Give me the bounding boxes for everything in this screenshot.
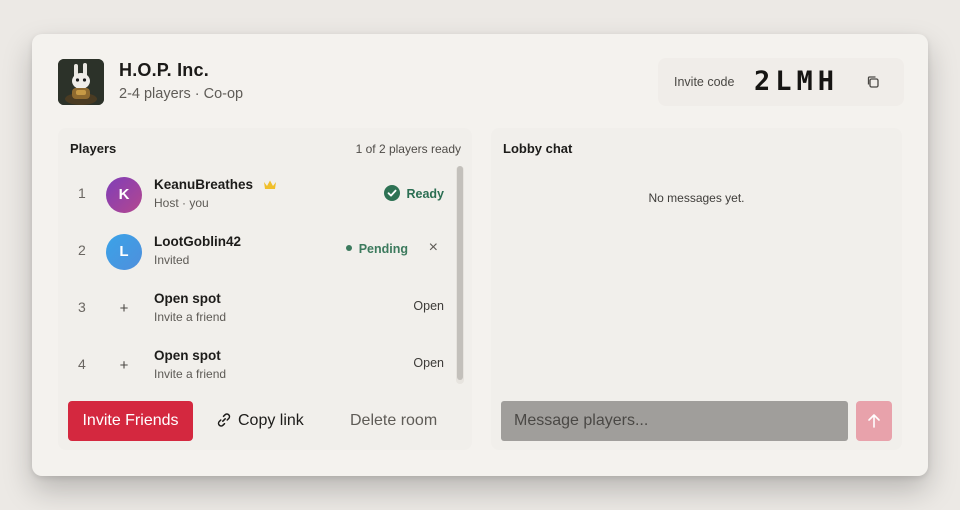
game-title: H.O.P. Inc. [119, 60, 209, 80]
player-role: Invite a friend [154, 310, 227, 324]
invite-code-box: Invite code 2LMH [658, 58, 904, 106]
slot-number: 3 [78, 299, 86, 315]
slot-number: 4 [78, 356, 86, 372]
player-name: KeanuBreathes [154, 177, 254, 192]
chat-title: Lobby chat [503, 141, 573, 156]
status-text: Open [413, 299, 444, 313]
game-meta: 2-4 players · Co-op [119, 86, 244, 102]
player-name: LootGoblin42 [154, 234, 241, 249]
copy-link-label: Copy link [238, 412, 304, 429]
plus-icon: + [106, 291, 142, 327]
crown-icon [263, 178, 277, 190]
slot-number: 1 [78, 185, 86, 201]
player-role: Invite a friend [154, 367, 227, 381]
avatar: L [106, 234, 142, 270]
players-title: Players [70, 141, 117, 156]
player-role: Invited [154, 253, 190, 267]
invite-code-label: Invite code [674, 75, 735, 89]
slot-number: 2 [78, 242, 86, 258]
delete-room-button[interactable]: Delete room [350, 401, 437, 441]
status-text: Pending [358, 242, 408, 256]
game-art [58, 59, 104, 105]
copy-link-button[interactable]: Copy link [216, 401, 304, 441]
invite-friends-button[interactable]: Invite Friends [68, 401, 193, 441]
check-circle-icon [384, 185, 401, 201]
chat-message-input[interactable] [501, 401, 848, 441]
avatar: K [106, 177, 142, 213]
ready-count: 1 of 2 players ready [355, 142, 461, 156]
status-badge: Pending [345, 242, 408, 256]
player-name: Open spot [154, 348, 221, 363]
arrow-up-icon [868, 414, 880, 428]
invite-code: 2LMH [754, 66, 840, 97]
remove-player-button[interactable]: × [429, 239, 438, 257]
player-row[interactable]: 3 + Open spot Invite a friend Open [68, 281, 444, 337]
link-icon [216, 404, 232, 427]
player-role: Host · you [154, 196, 209, 210]
copy-icon[interactable] [866, 75, 880, 89]
status-dot-icon [345, 245, 352, 251]
status-badge: Ready [384, 185, 444, 201]
status-text: Open [413, 356, 444, 370]
plus-icon: + [106, 348, 142, 384]
player-name: Open spot [154, 291, 221, 306]
lobby-card: H.O.P. Inc. 2-4 players · Co-op Invite c… [32, 34, 928, 476]
player-row[interactable]: 1 K KeanuBreathes Host · you Ready [68, 167, 444, 223]
scrollbar-thumb[interactable] [457, 166, 463, 380]
status-text: Ready [406, 187, 444, 201]
send-button[interactable] [856, 401, 892, 441]
chat-empty-message: No messages yet. [648, 191, 745, 205]
player-row[interactable]: 4 + Open spot Invite a friend Open [68, 338, 444, 394]
player-list-scrollbar[interactable] [456, 166, 464, 384]
player-row[interactable]: 2 L LootGoblin42 Invited Pending × [68, 224, 444, 280]
